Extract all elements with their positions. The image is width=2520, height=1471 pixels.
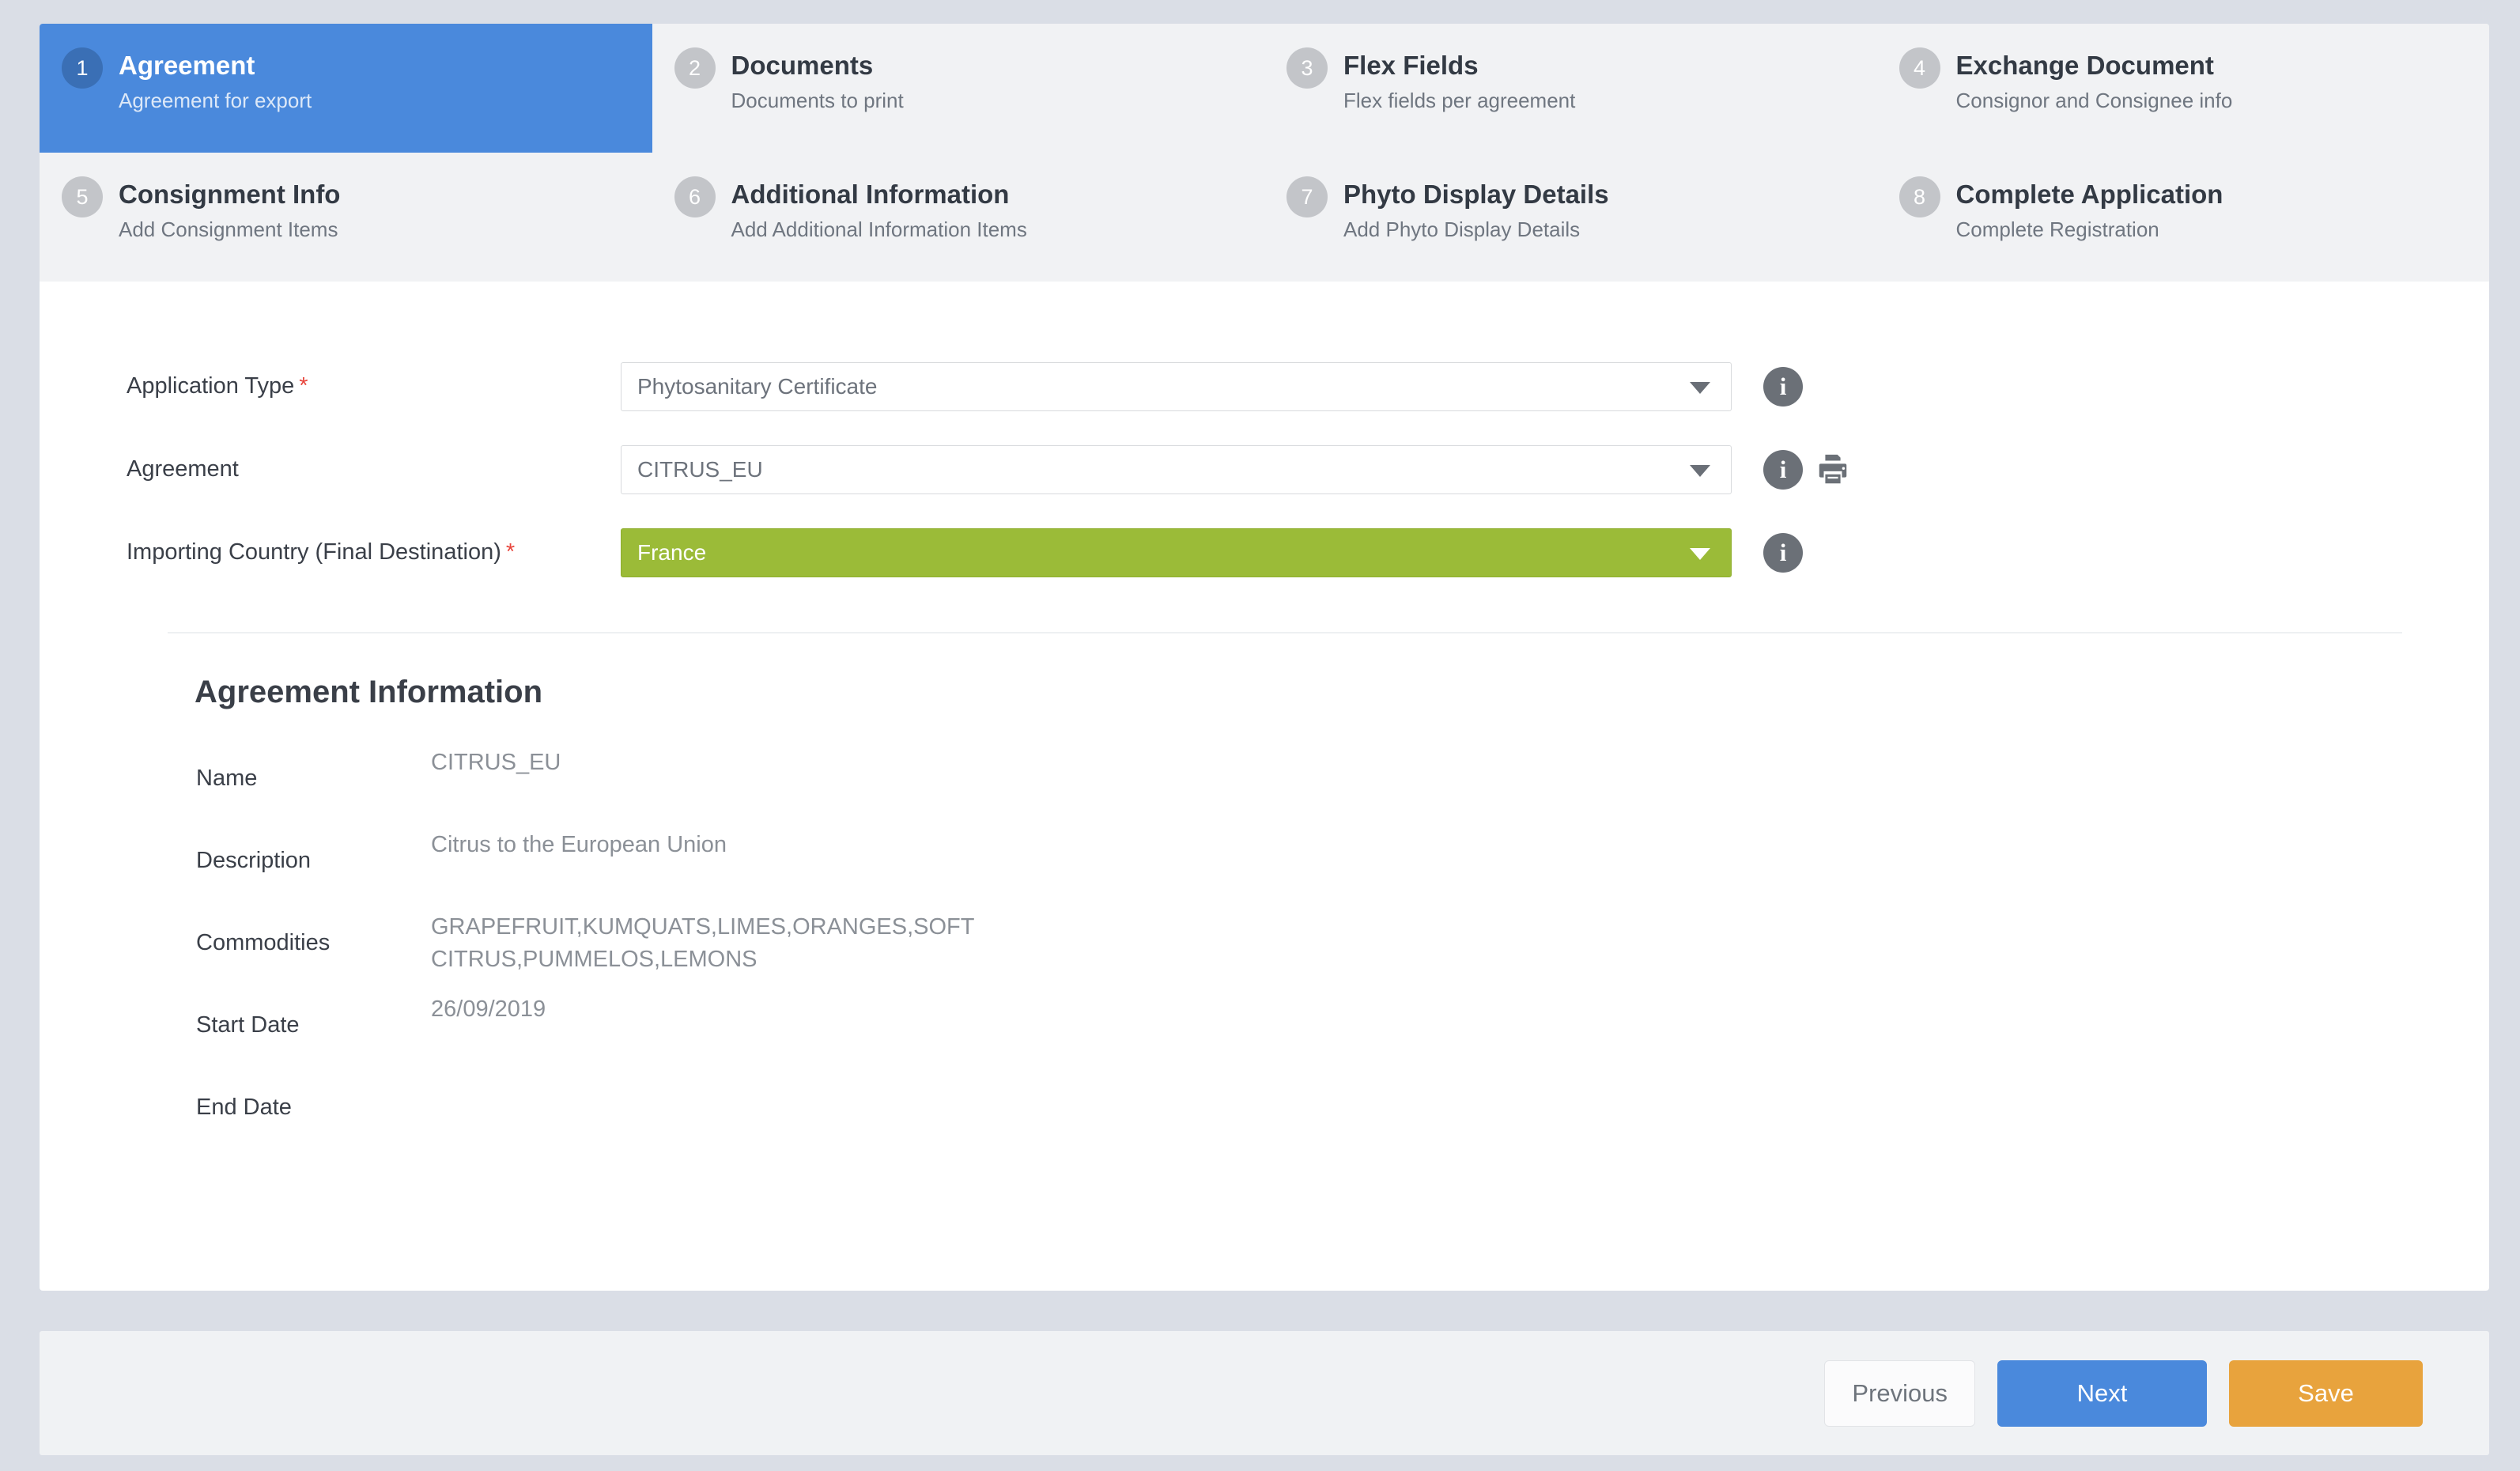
info-value: Citrus to the European Union (431, 832, 727, 857)
step-number-badge: 1 (62, 47, 103, 89)
wizard-card: 1 Agreement Agreement for export 2 Docum… (40, 24, 2489, 1291)
agreement-value: CITRUS_EU (637, 456, 763, 482)
importing-country-icons: i (1763, 532, 1803, 573)
step-title: Flex Fields (1343, 51, 1479, 80)
step-number-badge: 7 (1286, 176, 1328, 217)
field-row-agreement: Agreement CITRUS_EU i (40, 428, 2489, 511)
info-icon[interactable]: i (1763, 366, 1803, 407)
step-additional-information[interactable]: 6 Additional Information Add Additional … (652, 153, 1264, 282)
step-subtitle: Agreement for export (119, 89, 312, 113)
form-fields: Application Type * Phytosanitary Certific… (40, 282, 2489, 594)
agreement-label: Agreement (40, 456, 621, 482)
step-documents[interactable]: 2 Documents Documents to print (652, 24, 1264, 153)
step-complete-application[interactable]: 8 Complete Application Complete Registra… (1876, 153, 2489, 282)
application-wizard-page: 1 Agreement Agreement for export 2 Docum… (0, 0, 2520, 1471)
step-title: Exchange Document (1955, 51, 2214, 80)
step-number-badge: 8 (1899, 176, 1940, 217)
importing-country-select[interactable]: France (621, 528, 1732, 577)
printer-icon[interactable] (1814, 452, 1852, 488)
importing-country-label-text: Importing Country (Final Destination) (127, 539, 501, 565)
next-button[interactable]: Next (1997, 1359, 2207, 1427)
step-number-badge: 3 (1286, 47, 1328, 89)
agreement-select[interactable]: CITRUS_EU (621, 444, 1732, 494)
field-row-importing-country: Importing Country (Final Destination) * F… (40, 511, 2489, 594)
importing-country-label: Importing Country (Final Destination) * (40, 539, 621, 565)
step-title: Agreement (119, 51, 255, 80)
info-icon[interactable]: i (1763, 449, 1803, 490)
step-title: Additional Information (731, 180, 1010, 209)
info-row-name: Name CITRUS_EU (40, 740, 2489, 822)
step-subtitle: Add Phyto Display Details (1343, 217, 1581, 242)
application-type-select[interactable]: Phytosanitary Certificate (621, 361, 1732, 411)
agreement-icons: i (1763, 449, 1852, 490)
step-title: Consignment Info (119, 180, 341, 209)
info-row-start-date: Start Date 26/09/2019 (40, 987, 2489, 1069)
chevron-down-icon (1690, 464, 1710, 477)
info-value: 26/09/2019 (431, 996, 546, 1022)
wizard-stepper: 1 Agreement Agreement for export 2 Docum… (40, 24, 2489, 282)
info-row-commodities: Commodities GRAPEFRUIT,KUMQUATS,LIMES,OR… (40, 905, 2489, 987)
step-subtitle: Consignor and Consignee info (1955, 89, 2233, 113)
step-title: Complete Application (1955, 180, 2223, 209)
chevron-down-icon (1690, 547, 1710, 560)
agreement-information-heading: Agreement Information (195, 675, 543, 709)
step-agreement[interactable]: 1 Agreement Agreement for export (40, 24, 652, 153)
info-row-end-date: End Date (40, 1069, 2489, 1151)
application-type-label-text: Application Type (127, 373, 295, 399)
info-value: CITRUS_EU (431, 750, 561, 775)
agreement-information-list: Name CITRUS_EU Description Citrus to the… (40, 710, 2489, 1151)
step-subtitle: Add Additional Information Items (731, 217, 1027, 242)
step-subtitle: Flex fields per agreement (1343, 89, 1576, 113)
step-title: Phyto Display Details (1343, 180, 1609, 209)
previous-button[interactable]: Previous (1824, 1359, 1975, 1427)
step-subtitle: Documents to print (731, 89, 904, 113)
application-type-label: Application Type * (40, 373, 621, 399)
save-button[interactable]: Save (2229, 1359, 2423, 1427)
step-number-badge: 6 (674, 176, 716, 217)
required-asterisk: * (299, 373, 308, 399)
wizard-footer: Previous Next Save (40, 1331, 2489, 1455)
importing-country-value: France (637, 539, 707, 565)
info-label: Start Date (196, 1012, 300, 1038)
info-label: Name (196, 766, 258, 791)
step-phyto-display-details[interactable]: 7 Phyto Display Details Add Phyto Displa… (1264, 153, 1877, 282)
wizard-body: Application Type * Phytosanitary Certific… (40, 282, 2489, 1151)
step-number-badge: 2 (674, 47, 716, 89)
application-type-icons: i (1763, 366, 1803, 407)
application-type-value: Phytosanitary Certificate (637, 373, 878, 399)
step-title: Documents (731, 51, 874, 80)
info-row-description: Description Citrus to the European Union (40, 822, 2489, 905)
info-label: Description (196, 848, 312, 873)
step-flex-fields[interactable]: 3 Flex Fields Flex fields per agreement (1264, 24, 1877, 153)
chevron-down-icon (1690, 381, 1710, 394)
field-row-application-type: Application Type * Phytosanitary Certific… (40, 345, 2489, 428)
step-exchange-document[interactable]: 4 Exchange Document Consignor and Consig… (1876, 24, 2489, 153)
step-subtitle: Add Consignment Items (119, 217, 338, 242)
info-label: End Date (196, 1095, 292, 1120)
step-number-badge: 5 (62, 176, 103, 217)
info-label: Commodities (196, 930, 331, 955)
step-subtitle: Complete Registration (1955, 217, 2159, 242)
agreement-label-text: Agreement (127, 456, 239, 482)
info-icon[interactable]: i (1763, 532, 1803, 573)
step-number-badge: 4 (1899, 47, 1940, 89)
step-consignment-info[interactable]: 5 Consignment Info Add Consignment Items (40, 153, 652, 282)
required-asterisk: * (505, 539, 516, 565)
info-value: GRAPEFRUIT,KUMQUATS,LIMES,ORANGES,SOFT C… (431, 914, 974, 973)
